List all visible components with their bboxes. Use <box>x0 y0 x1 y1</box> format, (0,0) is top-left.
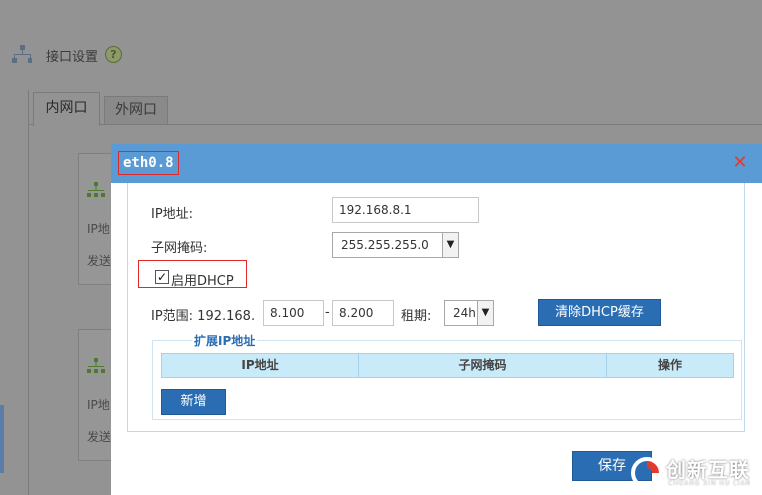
range-start-input[interactable] <box>263 300 324 326</box>
network-icon <box>87 358 105 373</box>
subnet-mask-label: 子网掩码: <box>151 241 208 256</box>
extended-ip-fieldset <box>152 340 742 420</box>
range-end-input[interactable] <box>332 300 394 326</box>
network-icon <box>12 45 32 63</box>
clear-dhcp-cache-button[interactable]: 清除DHCP缓存 <box>538 299 661 326</box>
network-icon <box>87 182 105 197</box>
column-header-mask: 子网掩码 <box>359 354 607 377</box>
dialog-title: eth0.8 <box>118 151 179 175</box>
tab-lan[interactable]: 内网口 <box>33 92 100 126</box>
subnet-mask-value: 255.255.255.0 <box>341 238 429 252</box>
card-label: 发送 <box>87 254 112 268</box>
page-header: 接口设置 ? <box>0 36 762 74</box>
extended-ip-table-header: IP地址 子网掩码 操作 <box>161 353 734 378</box>
lease-value: 24h <box>453 306 476 320</box>
close-icon[interactable]: ✕ <box>731 154 749 172</box>
tab-wan[interactable]: 外网口 <box>104 96 168 124</box>
help-icon[interactable]: ? <box>105 46 122 63</box>
watermark-text: 创新互联 <box>666 458 750 482</box>
watermark-subtext: CHUANG XIN HU LIAN <box>668 480 752 487</box>
dialog-header: eth0.8 ✕ <box>111 144 762 183</box>
chevron-down-icon: ▼ <box>477 301 493 325</box>
tab-bar-line <box>28 124 762 125</box>
add-ip-button[interactable]: 新增 <box>161 389 226 415</box>
card-label: 发送 <box>87 430 112 444</box>
extended-ip-legend: 扩展IP地址 <box>192 332 258 349</box>
watermark-logo-icon <box>631 457 663 489</box>
ip-address-input[interactable] <box>332 197 479 223</box>
subnet-mask-select[interactable]: 255.255.255.0 ▼ <box>332 232 459 258</box>
column-header-ip: IP地址 <box>162 354 359 377</box>
lease-label: 租期: <box>401 309 432 324</box>
ip-label: IP地址: <box>151 207 194 222</box>
range-separator: - <box>325 305 330 320</box>
column-header-actions: 操作 <box>657 358 682 372</box>
lease-select[interactable]: 24h ▼ <box>444 300 494 326</box>
watermark: 创新互联 CHUANG XIN HU LIAN <box>628 452 762 495</box>
side-handle <box>0 405 4 473</box>
page-title: 接口设置 <box>46 50 99 65</box>
ip-range-label: IP范围: 192.168. <box>151 309 256 324</box>
card-label: IP地 <box>87 398 110 412</box>
chevron-down-icon: ▼ <box>442 233 458 257</box>
enable-dhcp-checkbox[interactable]: ✓ <box>155 270 169 284</box>
card-label: IP地 <box>87 222 110 236</box>
enable-dhcp-label: 启用DHCP <box>171 274 234 289</box>
interface-dialog: eth0.8 ✕ IP地址: 子网掩码: 255.255.255.0 ▼ ✓ 启… <box>111 144 762 495</box>
